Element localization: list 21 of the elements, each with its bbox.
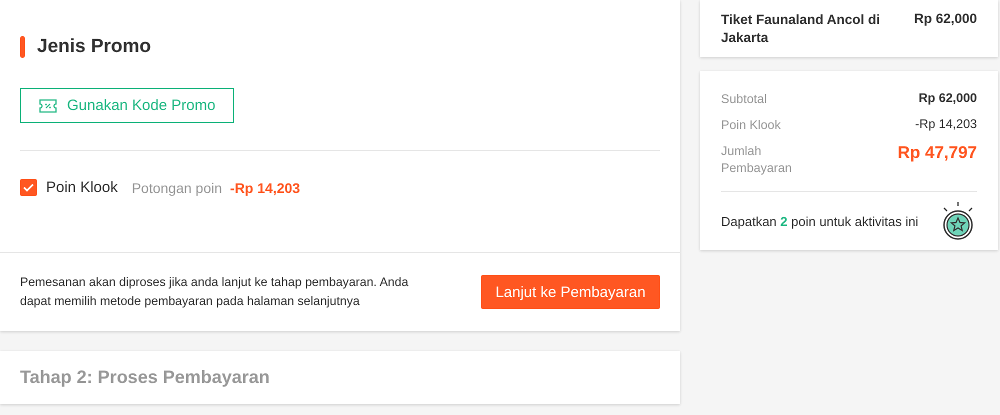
info-text: Pemesanan akan diproses jika anda lanjut ke tahap pembayaran. Anda dapat memilih metode pembayaran pada halaman selanjutnya bbox=[20, 274, 410, 310]
summary-label: Subtotal bbox=[721, 91, 767, 108]
promo-code-button[interactable]: Gunakan Kode Promo bbox=[20, 88, 234, 123]
checkbox[interactable] bbox=[20, 179, 37, 196]
pay-button[interactable]: Lanjut ke Pembayaran bbox=[481, 275, 660, 309]
section-title: Jenis Promo bbox=[37, 36, 152, 58]
discount-amount: -Rp 14,203 bbox=[230, 180, 300, 196]
accent-bar bbox=[20, 36, 25, 58]
check-icon bbox=[23, 183, 34, 192]
discount-caption: Potongan poin bbox=[132, 180, 222, 196]
summary-label: Jumlah Pembayaran bbox=[721, 143, 793, 177]
points-label: Poin Klook bbox=[46, 179, 118, 196]
step-title: Tahap 2: Proses Pembayaran bbox=[20, 367, 270, 387]
summary-value: Rp 62,000 bbox=[918, 91, 977, 105]
summary-value: Rp 47,797 bbox=[898, 143, 977, 163]
item-price: Rp 62,000 bbox=[914, 11, 977, 28]
summary-value: -Rp 14,203 bbox=[915, 117, 977, 131]
points-earn-text: Dapatkan 2 poin untuk aktivitas ini bbox=[721, 214, 918, 228]
summary-label: Poin Klook bbox=[721, 117, 781, 134]
item-name: Tiket Faunaland Ancol di Jakarta bbox=[721, 11, 881, 40]
ticket-icon bbox=[39, 98, 57, 112]
